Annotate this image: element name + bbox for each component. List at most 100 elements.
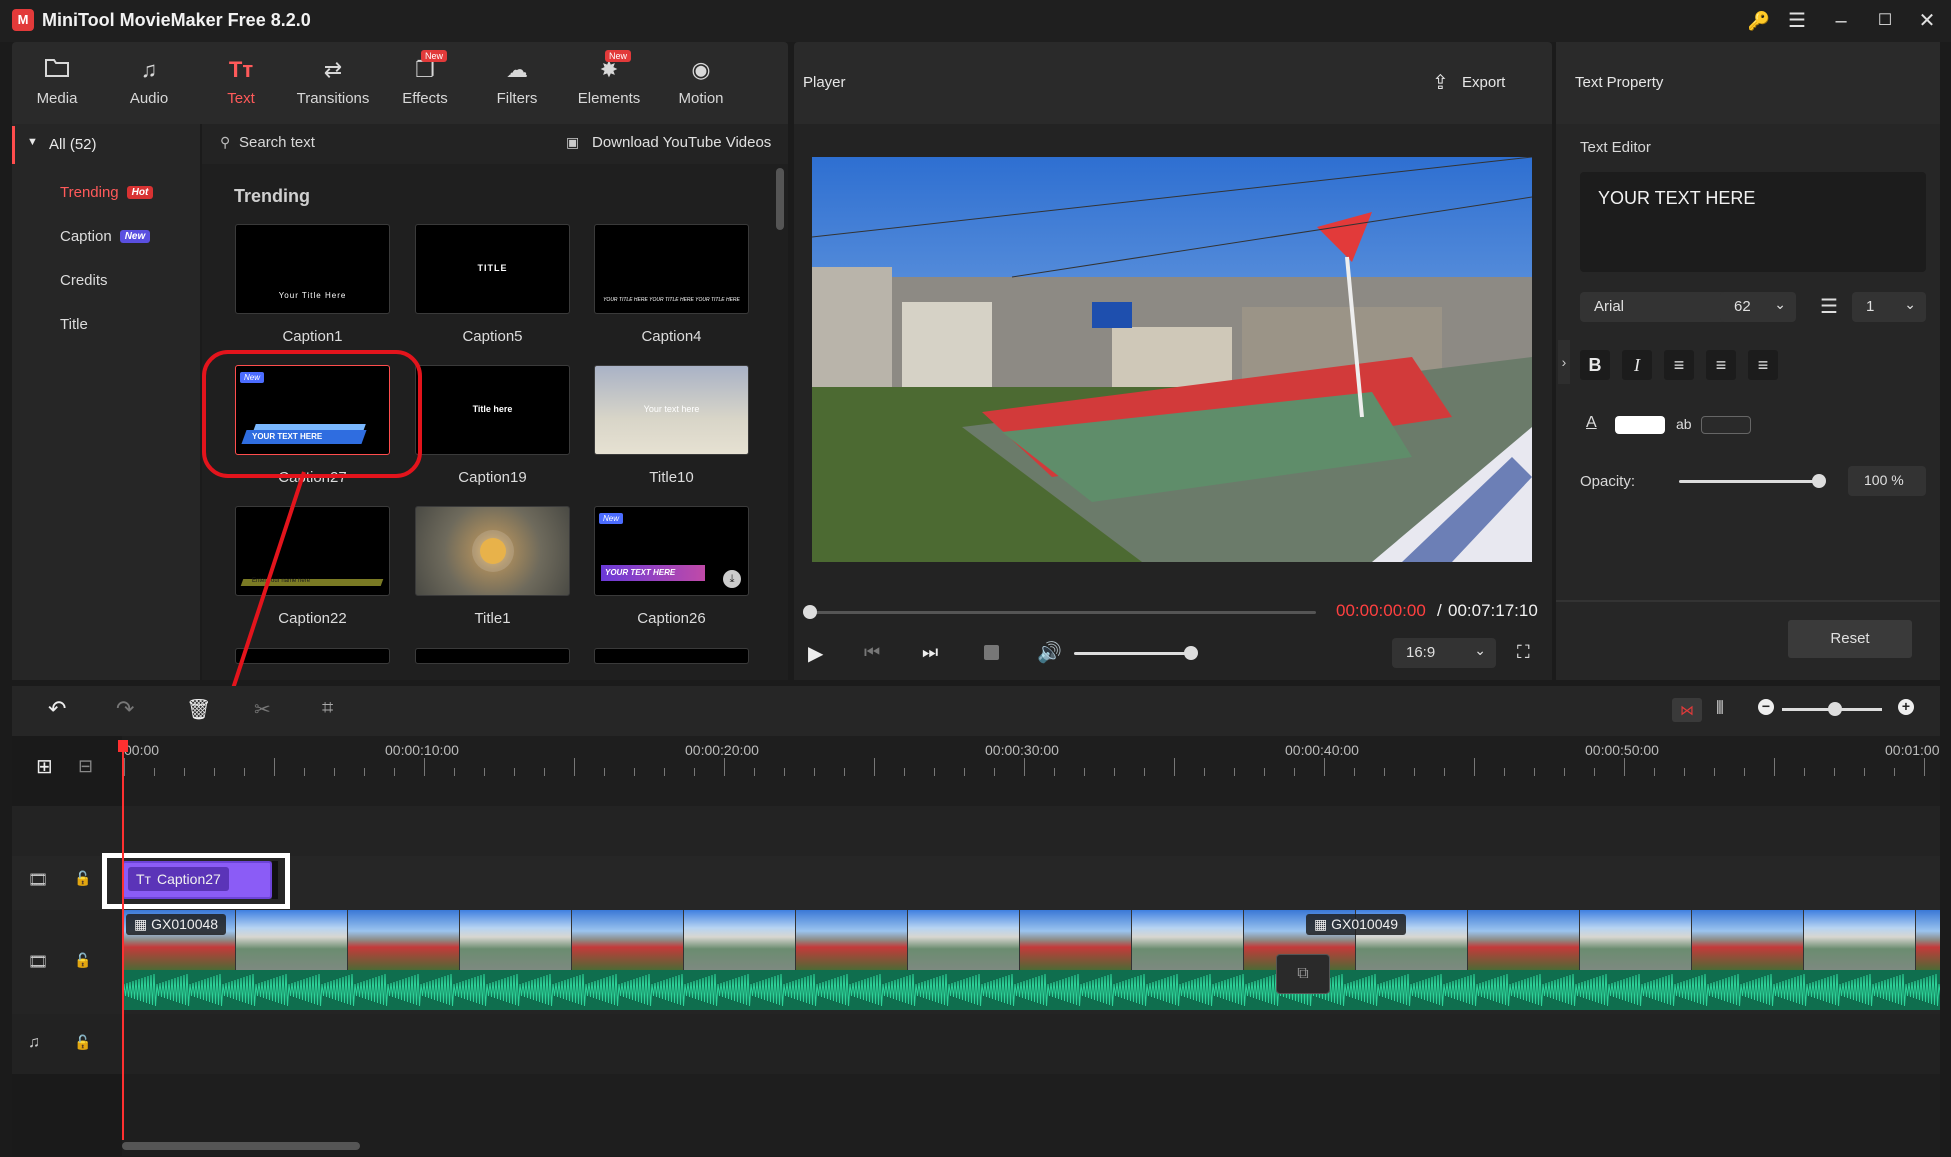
ruler-tick <box>334 768 335 776</box>
background-color-swatch[interactable] <box>1701 416 1751 434</box>
opacity-input[interactable]: 100 % <box>1848 466 1926 496</box>
maximize-button[interactable]: ☐ <box>1868 6 1902 36</box>
playback-progress-track[interactable] <box>808 611 1316 614</box>
opacity-slider[interactable] <box>1679 480 1821 483</box>
minimize-button[interactable]: – <box>1824 6 1858 36</box>
zoom-out-icon[interactable]: − <box>1758 699 1774 715</box>
transition-icon[interactable]: ⧉ <box>1276 954 1330 994</box>
collapse-panel-icon[interactable]: › <box>1558 340 1570 384</box>
font-size-select[interactable]: 62 ⌄ <box>1720 292 1796 322</box>
previous-frame-button[interactable]: ⏮ <box>864 642 880 663</box>
tab-audio[interactable]: ♫ Audio <box>104 42 194 124</box>
lock-icon[interactable]: 🔓 <box>74 1034 91 1051</box>
add-track-icon[interactable]: ⊞ <box>36 754 53 779</box>
align-left-icon[interactable]: ≡ <box>1664 350 1694 380</box>
video-clip-frames[interactable] <box>124 910 1940 970</box>
search-input[interactable]: Search text <box>239 134 315 151</box>
ruler-tick <box>1474 758 1475 776</box>
redo-icon[interactable]: ↷ <box>116 696 134 722</box>
bold-button[interactable]: B <box>1580 350 1610 380</box>
download-youtube-button[interactable]: Download YouTube Videos <box>592 134 771 151</box>
ruler-tick <box>1114 768 1115 776</box>
category-title[interactable]: Title <box>60 316 88 333</box>
video-frame-thumbnail <box>908 910 1020 970</box>
library-scrollbar[interactable] <box>776 168 784 230</box>
italic-button[interactable]: I <box>1622 350 1652 380</box>
align-center-icon[interactable]: ≡ <box>1706 350 1736 380</box>
clip-name: GX010049 <box>1331 916 1399 932</box>
volume-slider[interactable] <box>1074 652 1194 655</box>
close-button[interactable]: ✕ <box>1910 6 1944 36</box>
tab-text[interactable]: Tт Text <box>196 42 286 124</box>
menu-icon[interactable]: ☰ <box>1780 6 1814 36</box>
template-thumbnail-caption1[interactable]: Your Title Here <box>235 224 390 314</box>
tab-motion[interactable]: ◉ Motion <box>656 42 746 124</box>
template-thumbnail-caption19[interactable]: Title here <box>415 365 570 455</box>
play-button[interactable]: ▶ <box>808 641 823 666</box>
template-thumbnail-title10[interactable]: Your text here <box>594 365 749 455</box>
split-icon[interactable]: ✂ <box>254 697 271 722</box>
zoom-in-icon[interactable]: + <box>1898 699 1914 715</box>
ruler-tick <box>1384 768 1385 776</box>
ruler-tick <box>1714 768 1715 776</box>
category-caption[interactable]: Caption New <box>60 228 151 245</box>
timeline-scrollbar[interactable] <box>122 1142 360 1150</box>
ruler-tick <box>1744 768 1745 776</box>
preview-text: Your text here <box>643 404 700 414</box>
line-spacing-select[interactable]: 1 ⌄ <box>1852 292 1926 322</box>
tab-elements[interactable]: New ✸ Elements <box>564 42 654 124</box>
tab-media[interactable]: Media <box>12 42 102 124</box>
ruler-tick <box>484 768 485 776</box>
volume-icon[interactable]: 🔊 <box>1037 640 1062 665</box>
timeline-zoom-handle[interactable] <box>1828 702 1842 716</box>
opacity-slider-handle[interactable] <box>1812 474 1826 488</box>
template-thumbnail-caption4[interactable]: YOUR TITLE HERE YOUR TITLE HERE YOUR TIT… <box>594 224 749 314</box>
clip-trim-handle[interactable] <box>272 861 278 899</box>
volume-slider-handle[interactable] <box>1184 646 1198 660</box>
video-frame-thumbnail <box>1132 910 1244 970</box>
category-all-label: All (52) <box>49 136 97 153</box>
remove-track-icon[interactable]: ⊟ <box>78 756 93 777</box>
fit-timeline-icon[interactable]: ⦀ <box>1716 698 1724 719</box>
ruler-tick <box>1084 768 1085 776</box>
ruler-label: 00:00:20:00 <box>685 742 759 758</box>
tab-effects[interactable]: New ❐ Effects <box>380 42 470 124</box>
aspect-ratio-select[interactable]: 16:9 ⌄ <box>1392 638 1496 668</box>
template-thumbnail-title1[interactable] <box>415 506 570 596</box>
stop-button[interactable] <box>984 645 999 660</box>
category-credits[interactable]: Credits <box>60 272 108 289</box>
reset-button[interactable]: Reset <box>1788 620 1912 658</box>
chevron-down-icon: ⌄ <box>1474 642 1486 658</box>
playhead-handle[interactable] <box>118 740 128 752</box>
fullscreen-icon[interactable]: ⛶ <box>1517 642 1530 663</box>
preview-text: Your Title Here <box>278 291 347 300</box>
category-all[interactable]: ▼ All (52) <box>12 126 200 164</box>
template-thumbnail[interactable] <box>594 648 749 664</box>
text-editor-field[interactable]: YOUR TEXT HERE <box>1580 172 1926 272</box>
align-right-icon[interactable]: ≡ <box>1748 350 1778 380</box>
undo-icon[interactable]: ↶ <box>48 696 66 722</box>
template-thumbnail[interactable] <box>415 648 570 664</box>
lock-icon[interactable]: 🔓 <box>74 952 91 969</box>
ruler-tick <box>1444 768 1445 776</box>
category-trending[interactable]: Trending Hot <box>60 184 154 201</box>
playhead[interactable] <box>122 740 124 1140</box>
export-button[interactable]: Export <box>1462 74 1505 91</box>
playback-progress-handle[interactable] <box>803 605 817 619</box>
text-clip[interactable]: Tт Caption27 <box>122 861 272 899</box>
text-color-swatch[interactable] <box>1615 416 1665 434</box>
template-thumbnail-caption5[interactable]: TITLE <box>415 224 570 314</box>
transitions-icon: ⇄ <box>323 57 343 82</box>
snap-icon[interactable]: ⋈ <box>1672 698 1702 722</box>
next-frame-button[interactable]: ⏭ <box>922 642 938 663</box>
category-label: Trending <box>60 184 119 201</box>
download-icon[interactable]: ⤓ <box>723 570 741 588</box>
delete-icon[interactable]: 🗑 <box>186 697 211 722</box>
lock-icon[interactable]: 🔓 <box>74 870 91 887</box>
player-title: Player <box>803 74 846 91</box>
key-icon[interactable]: 🔑 <box>1742 6 1776 36</box>
crop-icon[interactable]: ⌗ <box>322 697 333 720</box>
tab-transitions[interactable]: ⇄ Transitions <box>288 42 378 124</box>
tab-filters[interactable]: ☁ Filters <box>472 42 562 124</box>
template-thumbnail-caption26[interactable]: New YOUR TEXT HERE ⤓ <box>594 506 749 596</box>
